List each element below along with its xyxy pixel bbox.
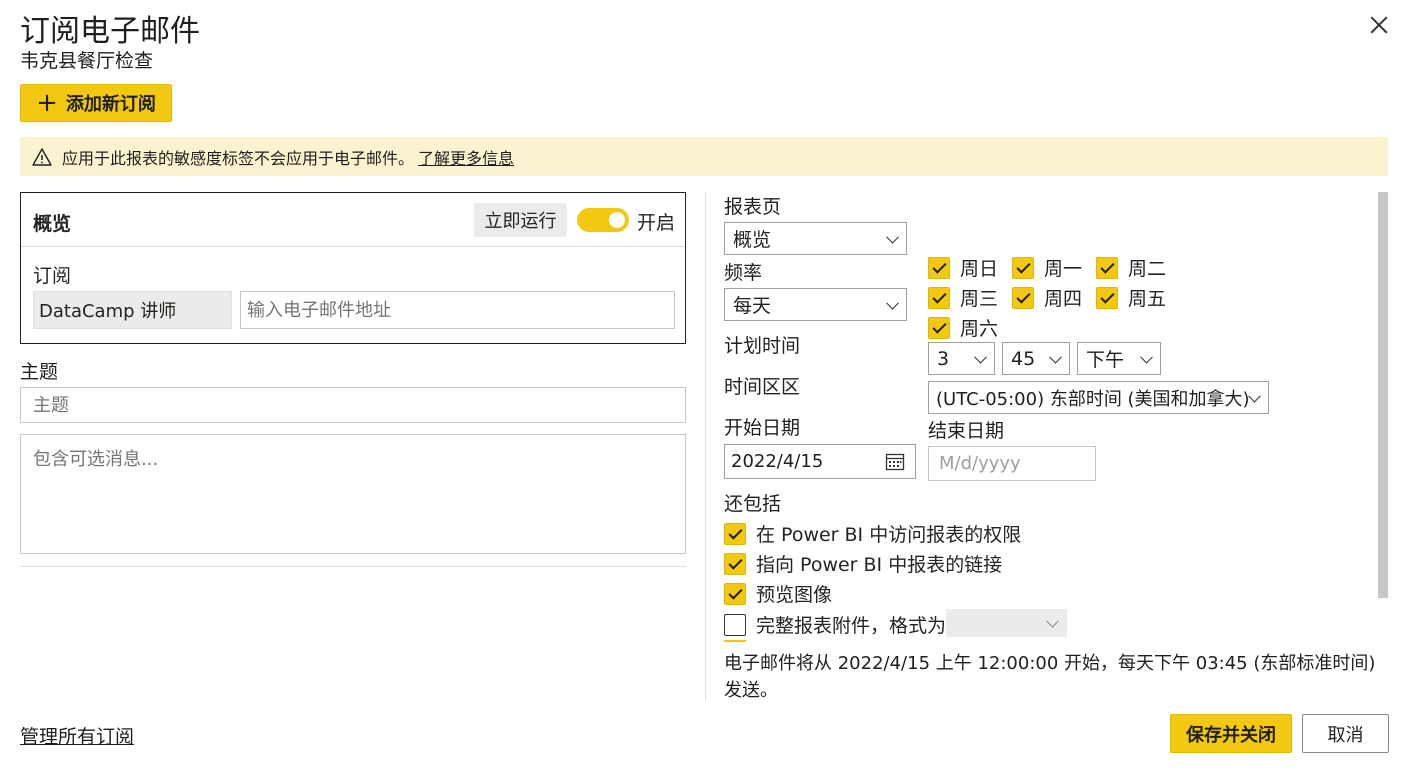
chevron-down-icon [886,296,899,310]
close-icon[interactable] [1366,12,1392,38]
timezone-select[interactable]: (UTC-05:00) 东部时间 (美国和加拿大) [928,381,1269,414]
ampm-select[interactable]: 下午 [1077,342,1161,375]
save-close-button[interactable]: 保存并关闭 [1170,714,1292,753]
schedule-summary: 电子邮件将从 2022/4/15 上午 12:00:00 开始，每天下午 03:… [724,653,1376,701]
banner-text: 应用于此报表的敏感度标签不会应用于电子邮件。 [62,148,415,168]
chevron-down-icon [1248,389,1261,403]
day-label: 周四 [1044,288,1083,310]
cancel-button[interactable]: 取消 [1302,714,1389,753]
chevron-down-icon [1140,350,1153,364]
day-label: 周日 [960,258,999,280]
toggle-label: 开启 [637,212,676,234]
divider [20,566,686,567]
include-link-option[interactable]: 指向 Power BI 中报表的链接 [724,550,1002,577]
day-label: 周一 [1044,258,1083,280]
day-tuesday[interactable]: 周二 [1096,254,1166,281]
include-preview-option[interactable]: 预览图像 [724,580,832,607]
add-subscription-button[interactable]: + 添加新订阅 [20,84,172,122]
end-date-input[interactable]: M/d/yyyy [928,446,1096,481]
report-page-select[interactable]: 概览 [724,222,907,255]
calendar-icon[interactable] [885,452,905,472]
checkbox[interactable] [928,316,950,339]
day-friday[interactable]: 周五 [1096,284,1166,311]
timezone-label: 时间区区 [724,376,801,398]
checkbox[interactable] [928,286,950,309]
sensitivity-warning-banner: 应用于此报表的敏感度标签不会应用于电子邮件。 了解更多信息 [20,137,1388,176]
chevron-down-icon [1046,614,1059,628]
day-label: 周五 [1128,288,1167,310]
subject-label: 主题 [20,361,59,383]
chevron-down-icon [1049,350,1062,364]
message-input[interactable] [20,434,686,554]
report-page-value: 概览 [733,229,772,251]
start-date-label: 开始日期 [724,417,801,439]
card-title: 概览 [33,213,72,235]
start-date-input[interactable]: 2022/4/15 [724,444,916,479]
checkbox[interactable] [724,552,746,575]
report-page-label: 报表页 [724,196,782,218]
subscription-card: 概览 立即运行 开启 订阅 DataCamp 讲师 [20,192,686,344]
report-name: 韦克县餐厅检查 [20,50,154,72]
card-header: 概览 立即运行 开启 [21,193,685,247]
day-thursday[interactable]: 周四 [1012,284,1082,311]
day-saturday[interactable]: 周六 [928,314,998,341]
day-sunday[interactable]: 周日 [928,254,998,281]
attachment-format-select[interactable] [946,609,1067,637]
minute-select[interactable]: 45 [1002,342,1070,375]
day-label: 周二 [1128,258,1167,280]
checkbox[interactable] [724,522,746,545]
scrollbar[interactable] [1378,192,1388,598]
checkbox[interactable] [1096,256,1118,279]
also-include-label: 还包括 [724,493,782,515]
subscribe-label: 订阅 [33,265,72,287]
checkbox[interactable] [1096,286,1118,309]
checkbox[interactable] [1012,286,1034,309]
frequency-value: 每天 [733,295,772,317]
manage-subscriptions-link[interactable]: 管理所有订阅 [20,722,134,749]
toggle-knob [609,212,625,228]
day-label: 周六 [960,318,999,340]
chevron-down-icon [886,230,899,244]
checkbox[interactable] [724,582,746,605]
include-access-option[interactable]: 在 Power BI 中访问报表的权限 [724,520,1021,547]
chevron-down-icon [974,350,987,364]
hour-value: 3 [937,347,950,370]
accent-mark [724,640,746,642]
hour-select[interactable]: 3 [928,342,995,375]
day-label: 周三 [960,288,999,310]
checkbox[interactable] [928,256,950,279]
checkbox[interactable] [1012,256,1034,279]
dialog-title: 订阅电子邮件 [20,14,200,49]
option-label: 完整报表附件，格式为 [756,615,947,637]
start-date-value: 2022/4/15 [731,451,824,472]
option-label: 指向 Power BI 中报表的链接 [756,554,1003,576]
ampm-value: 下午 [1086,349,1125,371]
warning-icon [32,147,52,166]
option-label: 在 Power BI 中访问报表的权限 [756,524,1022,546]
subscription-toggle[interactable] [577,208,629,232]
day-monday[interactable]: 周一 [1012,254,1082,281]
include-attachment-option[interactable]: 完整报表附件，格式为 [724,611,946,638]
recipient-chip[interactable]: DataCamp 讲师 [33,291,232,329]
run-now-button[interactable]: 立即运行 [474,203,567,237]
learn-more-link[interactable]: 了解更多信息 [418,145,514,169]
end-date-label: 结束日期 [928,420,1005,442]
add-subscription-label: 添加新订阅 [65,94,156,115]
option-label: 预览图像 [756,584,833,606]
frequency-select[interactable]: 每天 [724,288,907,321]
day-wednesday[interactable]: 周三 [928,284,998,311]
subject-input[interactable] [20,387,686,423]
minute-value: 45 [1011,347,1036,370]
checkbox[interactable] [724,613,746,636]
schedule-time-label: 计划时间 [724,335,801,357]
plus-icon: + [36,88,58,118]
column-divider [705,192,706,700]
email-input[interactable] [240,291,675,329]
frequency-label: 频率 [724,262,763,284]
timezone-value: (UTC-05:00) 东部时间 (美国和加拿大) [936,388,1250,410]
